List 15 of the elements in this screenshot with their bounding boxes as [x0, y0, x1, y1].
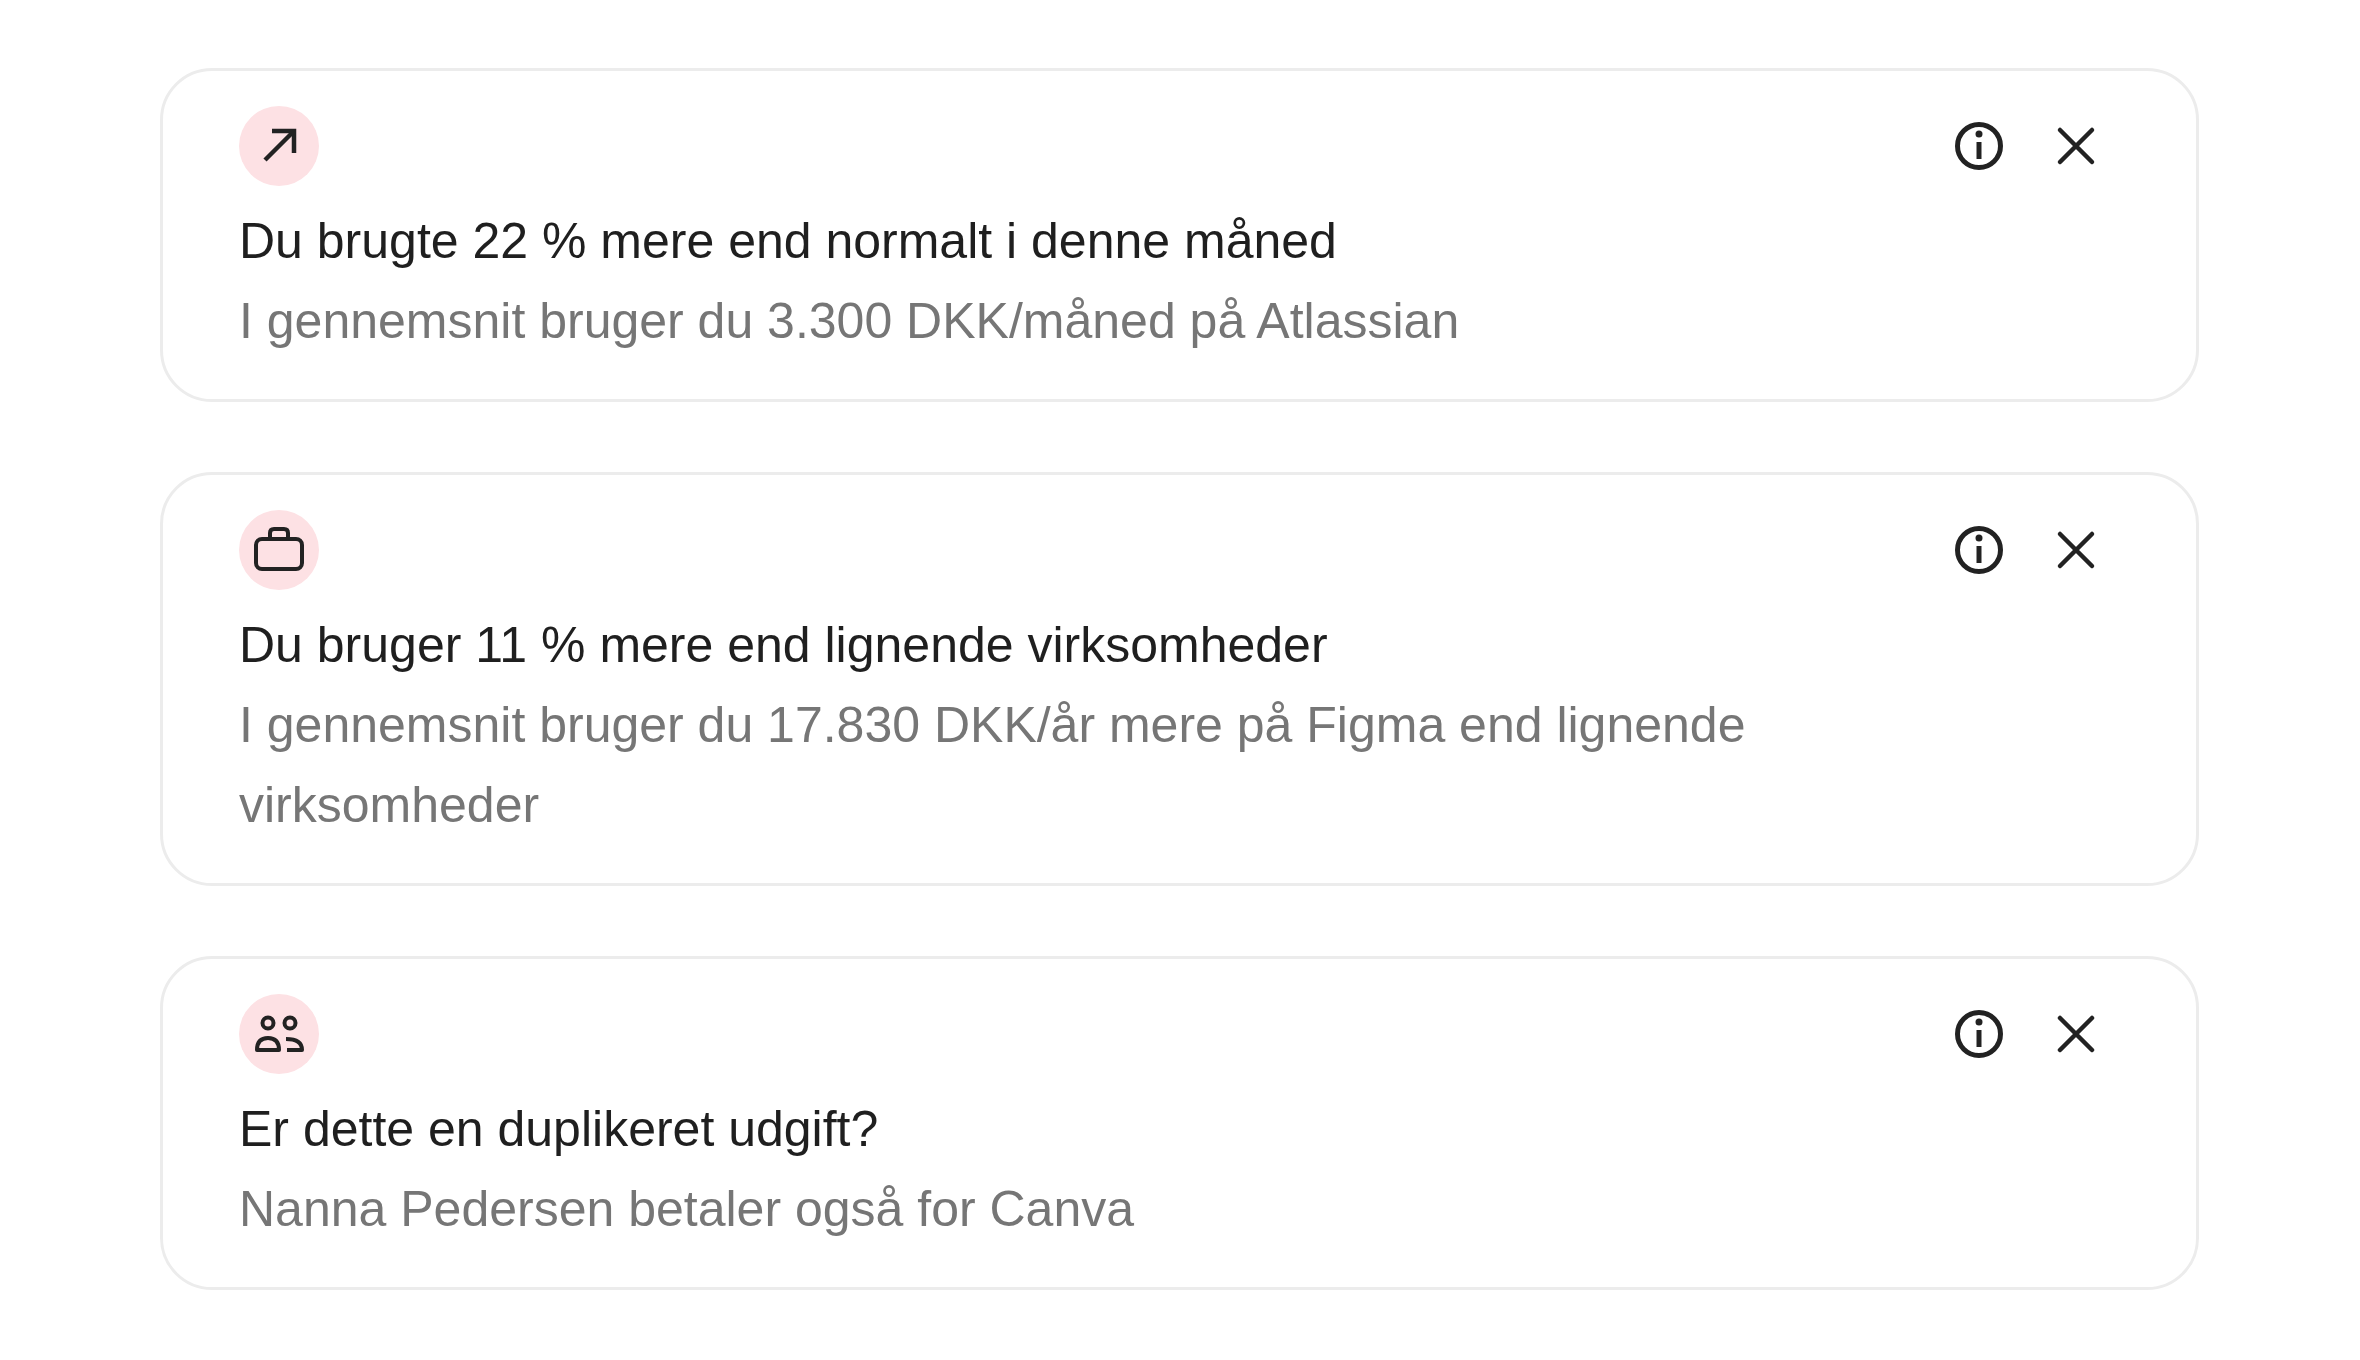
briefcase-icon: [239, 510, 319, 590]
info-icon: [1955, 122, 2003, 170]
info-icon: [1955, 1010, 2003, 1058]
insight-title: Du brugte 22 % mere end normalt i denne måned: [239, 212, 1338, 271]
insight-title: Du bruger 11 % mere end lignende virksomheder: [239, 616, 1329, 675]
insight-description: Nanna Pedersen betaler også for Canva: [239, 1180, 1136, 1239]
close-icon: [2056, 530, 2096, 570]
close-icon: [2056, 126, 2096, 166]
info-icon: [1955, 526, 2003, 574]
arrow-up-right-icon: [239, 106, 319, 186]
close-icon: [2056, 1014, 2096, 1054]
insight-description: I gennemsnit bruger du 17.830 DKK/år mere på Figma end lignende virksomheder: [239, 696, 1747, 835]
people-icon: [239, 994, 319, 1074]
insight-title: Er dette en duplikeret udgift?: [239, 1100, 880, 1159]
insight-description: I gennemsnit bruger du 3.300 DKK/måned på Atlassian: [239, 292, 1461, 351]
